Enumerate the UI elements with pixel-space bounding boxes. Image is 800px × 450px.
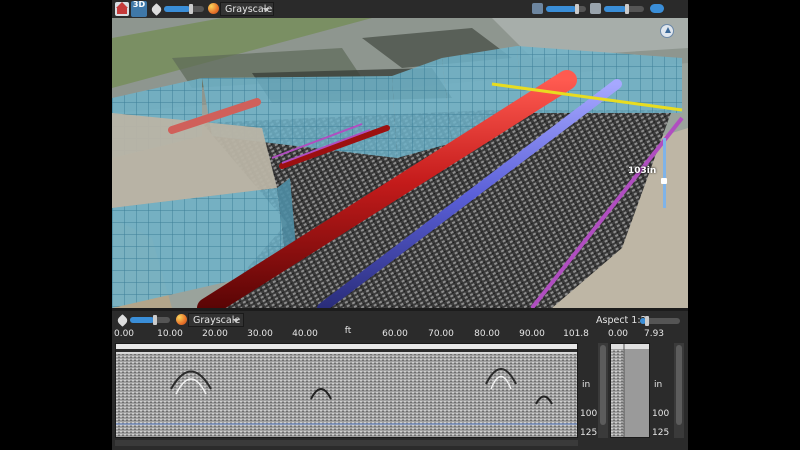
side-tick: 7.93 [643, 329, 665, 339]
cross-section-vscroll[interactable] [674, 343, 684, 438]
distance-tick: 40.00 [292, 329, 318, 339]
distance-tick: 20.00 [202, 329, 228, 339]
distance-tick: 60.00 [382, 329, 408, 339]
side-depth-tick: 100 [652, 409, 670, 419]
radargram-vscroll[interactable] [598, 343, 608, 438]
side-depth-unit: in [654, 380, 663, 390]
brush-icon[interactable] [150, 3, 163, 16]
mode-3d-button[interactable]: 3D [131, 1, 147, 17]
radargram-view[interactable] [115, 343, 578, 438]
depth-knob[interactable] [661, 178, 667, 184]
distance-ruler: 0.00 10.00 20.00 30.00 40.00 ft 60.00 70… [112, 326, 589, 343]
distance-tick: 90.00 [519, 329, 545, 339]
brush-icon[interactable] [116, 314, 129, 327]
compass-icon[interactable] [660, 24, 674, 38]
radargram-image [116, 344, 577, 437]
toolbar-2d: Grayscale Aspect 1:2 [112, 311, 688, 329]
trench-wall [392, 58, 452, 158]
depth-tick: 125 [580, 428, 598, 438]
contrast-slider[interactable] [164, 4, 204, 14]
mode-3d-label: 3D [132, 0, 146, 9]
side-tick: 0.00 [607, 329, 629, 339]
depth-unit: in [582, 380, 591, 390]
cross-section-view[interactable] [610, 343, 650, 438]
distance-tick: 0.00 [113, 329, 135, 339]
opacity-slider[interactable] [604, 4, 644, 14]
scroll-thumb[interactable] [600, 345, 606, 425]
scroll-thumb[interactable] [676, 345, 682, 425]
palette-select-3d[interactable]: Grayscale [220, 2, 274, 16]
gpr-viewer-window: 3D Grayscale 103in Grayscale Aspect 1:2 … [112, 0, 688, 450]
scene-3d [112, 18, 688, 308]
depth-tick: 100 [580, 409, 598, 419]
gain-slider[interactable] [130, 315, 170, 325]
palette-icon [176, 314, 187, 325]
aspect-slider[interactable] [640, 316, 680, 326]
layers-icon[interactable] [532, 3, 543, 14]
depth-readout: 103in [628, 166, 657, 176]
viewport-3d[interactable]: 103in [112, 18, 688, 308]
aspect-label: Aspect 1:2 [596, 315, 647, 326]
side-depth-tick: 125 [652, 428, 670, 438]
cross-section-image [611, 344, 649, 437]
distance-tick: 101.8 [563, 329, 589, 339]
distance-tick: 70.00 [428, 329, 454, 339]
distance-tick: 10.00 [157, 329, 183, 339]
cloud-icon[interactable] [650, 4, 664, 13]
palette-select-2d[interactable]: Grayscale [188, 313, 244, 327]
distance-tick: 30.00 [247, 329, 273, 339]
distance-tick: 80.00 [474, 329, 500, 339]
distance-unit: ft [344, 326, 352, 336]
home-icon[interactable] [115, 2, 129, 16]
toolbar-3d: 3D Grayscale [112, 0, 688, 19]
radargram-hscroll[interactable] [115, 440, 578, 446]
depth-gauge[interactable] [663, 138, 666, 208]
grid-icon[interactable] [590, 3, 601, 14]
transparency-slider[interactable] [546, 4, 586, 14]
palette-icon [208, 3, 219, 14]
side-ruler: 0.00 7.93 [608, 329, 668, 343]
